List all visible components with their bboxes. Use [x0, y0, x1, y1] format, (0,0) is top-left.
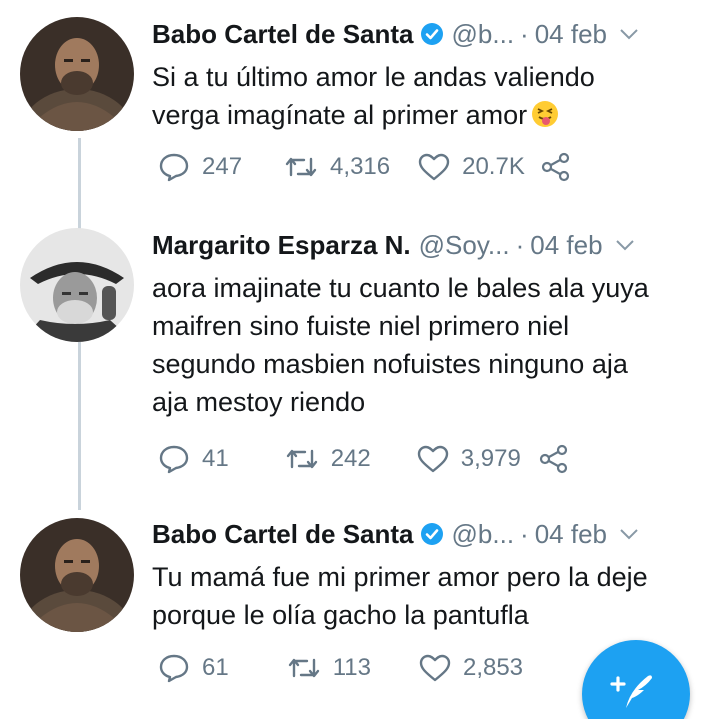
squinting-face-with-tongue-icon [532, 101, 559, 127]
heart-icon [419, 654, 451, 682]
chevron-down-icon[interactable] [615, 238, 635, 252]
heart-icon [417, 445, 448, 473]
retweet-count: 4,316 [330, 153, 391, 180]
tweet-actions: 247 4,316 20.7K [158, 152, 571, 182]
avatar[interactable] [20, 228, 134, 342]
retweet-button[interactable]: 113 [287, 654, 371, 682]
chevron-down-icon[interactable] [619, 27, 639, 41]
timestamp[interactable]: 04 feb [530, 230, 602, 261]
separator-dot: · [520, 518, 529, 549]
retweet-icon [288, 658, 319, 678]
tweet-actions: 41 242 3,979 [158, 444, 569, 474]
reply-icon [159, 153, 189, 182]
timestamp[interactable]: 04 feb [535, 519, 607, 550]
reply-icon [159, 445, 189, 474]
share-icon [539, 444, 567, 474]
author-name[interactable]: Margarito Esparza N. [152, 230, 411, 261]
author-handle[interactable]: @Soy... [419, 230, 510, 261]
like-button[interactable]: 3,979 [417, 445, 521, 473]
separator-dot: · [515, 229, 525, 260]
share-button[interactable] [541, 152, 571, 182]
retweet-icon [286, 449, 317, 469]
reply-icon [159, 654, 189, 683]
like-count: 20.7K [462, 153, 525, 180]
reply-count: 61 [202, 654, 229, 681]
tweet-header: Babo Cartel de Santa @b... · 04 feb [152, 516, 700, 552]
reply-count: 247 [202, 153, 243, 180]
share-icon [541, 152, 569, 182]
separator-dot: · [520, 18, 529, 49]
like-count: 2,853 [462, 654, 524, 681]
like-count: 3,979 [460, 445, 521, 472]
tweet-text: Tu mamá fue mi primer amor pero la deje … [152, 562, 648, 630]
share-button[interactable] [539, 444, 569, 474]
tweet-header: Babo Cartel de Santa @b... · 04 feb [152, 16, 700, 52]
author-name[interactable]: Babo Cartel de Santa [152, 19, 414, 50]
retweet-count: 242 [330, 445, 371, 472]
avatar[interactable] [20, 518, 134, 632]
retweet-count: 113 [332, 654, 371, 681]
like-button[interactable]: 2,853 [419, 654, 523, 682]
author-name[interactable]: Babo Cartel de Santa [152, 519, 414, 550]
tweet-actions: 61 113 2,853 [158, 653, 523, 683]
author-handle[interactable]: @b... [452, 19, 515, 50]
avatar[interactable] [20, 17, 134, 131]
like-button[interactable]: 20.7K [418, 153, 525, 181]
compose-tweet-button[interactable] [582, 640, 690, 719]
timestamp[interactable]: 04 feb [535, 19, 607, 50]
tweet-text: aora imajinate tu cuanto le bales ala yu… [152, 273, 649, 417]
reply-button[interactable]: 41 [158, 444, 229, 474]
reply-button[interactable]: 61 [158, 653, 229, 683]
tweet-header: Margarito Esparza N. @Soy... · 04 feb [152, 227, 700, 263]
retweet-button[interactable]: 242 [285, 445, 371, 473]
compose-tweet-icon [610, 675, 652, 708]
retweet-icon [285, 157, 317, 177]
tweet-text: Si a tu último amor le andas valiendo ve… [152, 62, 595, 130]
heart-icon [418, 153, 450, 181]
retweet-button[interactable]: 4,316 [284, 153, 390, 181]
reply-button[interactable]: 247 [158, 152, 242, 182]
author-handle[interactable]: @b... [452, 519, 515, 550]
reply-count: 41 [202, 445, 229, 472]
verified-badge-icon [420, 23, 443, 45]
verified-badge-icon [420, 523, 443, 545]
chevron-down-icon[interactable] [619, 527, 639, 541]
